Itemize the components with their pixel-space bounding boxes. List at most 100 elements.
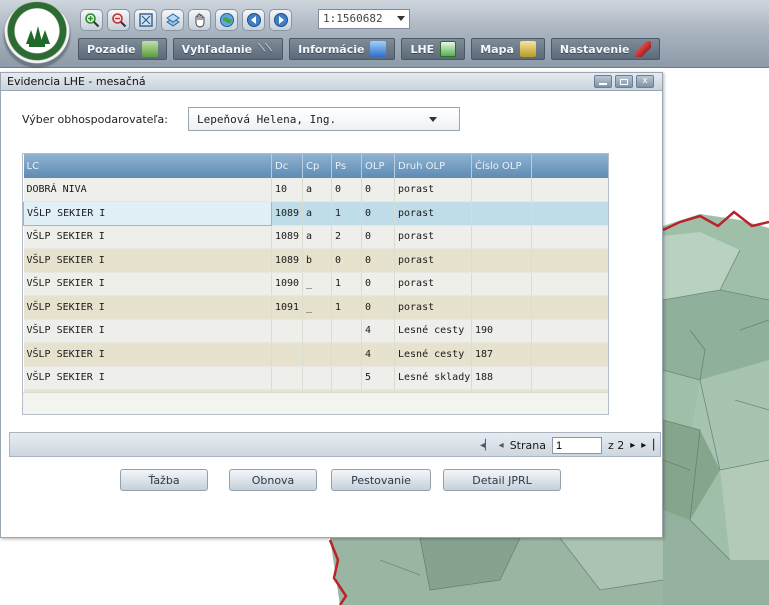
cell-cp: _ — [302, 295, 332, 320]
cell-dc: 1089 — [271, 225, 303, 249]
zoom-out-icon[interactable] — [107, 9, 130, 31]
table-row[interactable]: VŠLP SEKIER I 1089 a 2 0 porast — [23, 225, 608, 249]
col-header-olp[interactable]: OLP — [361, 154, 395, 178]
menu-informacie[interactable]: Informácie — [289, 38, 396, 60]
menu-mapa[interactable]: Mapa — [471, 38, 545, 60]
cell-dc: 1090 — [271, 272, 303, 296]
cell-cp — [302, 342, 332, 367]
cell-druh-olp: Lesné sklady — [394, 366, 472, 390]
col-header-cislo-olp[interactable]: Číslo OLP — [471, 154, 532, 178]
forward-icon[interactable] — [269, 9, 292, 31]
table-row[interactable]: VŠLP SEKIER I 5 Lesné sklady 188 — [23, 366, 608, 390]
menu-lhe[interactable]: LHE — [401, 38, 466, 60]
cell-ps: 2 — [331, 225, 362, 249]
table-row[interactable]: VŠLP SEKIER I 1089 b 0 0 porast — [23, 248, 608, 273]
cell-filler — [531, 178, 608, 202]
map-tool-row — [80, 9, 292, 31]
menu-vyhladanie[interactable]: Vyhľadanie ⟍⟍ — [172, 38, 284, 60]
cell-lc: VŠLP SEKIER I — [23, 272, 272, 296]
lhe-icon — [440, 41, 457, 57]
owner-label: Výber obhospodarovateľa: — [22, 112, 169, 126]
table-row[interactable]: DOBRÁ NIVA 10 a 0 0 porast — [23, 178, 608, 202]
menu-pozadie[interactable]: Pozadie — [78, 38, 167, 60]
last-page-icon[interactable]: ▸▕ — [641, 440, 654, 451]
cell-olp: 4 — [361, 342, 395, 367]
cell-ps: 0 — [331, 178, 362, 202]
menu-vyhladanie-label: Vyhľadanie — [181, 42, 253, 56]
owner-selector-row: Výber obhospodarovateľa: Lepeňová Helena… — [22, 107, 460, 131]
cell-lc: VŠLP SEKIER I — [23, 319, 272, 343]
table-row[interactable]: VŠLP SEKIER I 1091 _ 1 0 porast — [23, 295, 608, 320]
cell-ps — [331, 319, 362, 343]
cell-dc: 10 — [271, 178, 303, 202]
col-header-cp[interactable]: Cp — [302, 154, 332, 178]
next-page-icon[interactable]: ▸ — [630, 440, 635, 451]
close-icon[interactable]: x — [636, 75, 654, 88]
cell-cislo-olp — [471, 272, 532, 296]
layers-icon[interactable] — [161, 9, 184, 31]
pan-hand-icon[interactable] — [188, 9, 211, 31]
scale-select[interactable]: 1:1560682 — [318, 9, 410, 29]
cell-ps — [331, 366, 362, 390]
cell-lc: VŠLP SEKIER I — [23, 295, 272, 320]
menu-lhe-label: LHE — [410, 42, 435, 56]
cell-filler — [531, 342, 608, 367]
pestovanie-button[interactable]: Pestovanie — [331, 469, 431, 491]
lhe-data-grid: LC Dc Cp Ps OLP Druh OLP Číslo OLP DOBRÁ… — [22, 153, 609, 415]
cell-ps: 1 — [331, 295, 362, 320]
table-row[interactable]: VŠLP SEKIER I 1090 _ 1 0 porast — [23, 272, 608, 296]
col-header-filler — [531, 154, 608, 178]
cell-cislo-olp: 187 — [471, 342, 532, 367]
cell-cp: a — [302, 225, 332, 249]
cell-ps: 1 — [331, 272, 362, 296]
cell-dc — [271, 319, 303, 343]
table-body: DOBRÁ NIVA 10 a 0 0 porast VŠLP SEKIER I 1089 a 1… — [23, 178, 608, 414]
cell-olp: 0 — [361, 248, 395, 273]
info-icon — [370, 41, 387, 57]
cell-lc: VŠLP SEKIER I — [23, 248, 272, 273]
table-row[interactable]: VŠLP SEKIER I 4 Lesné cesty 190 — [23, 319, 608, 343]
prev-page-icon[interactable]: ◂ — [499, 440, 504, 451]
cell-cp: b — [302, 248, 332, 273]
cell-lc: VŠLP SEKIER I — [23, 225, 272, 249]
col-header-lc[interactable]: LC — [23, 154, 272, 178]
cell-filler — [531, 295, 608, 320]
cell-druh-olp: porast — [394, 178, 472, 202]
maximize-icon[interactable] — [615, 75, 633, 88]
zoom-extent-icon[interactable] — [134, 9, 157, 31]
detail-jprl-button[interactable]: Detail JPRL — [443, 469, 561, 491]
chevron-down-icon — [397, 16, 405, 21]
table-row[interactable]: VŠLP SEKIER I 4 Lesné cesty 187 — [23, 342, 608, 367]
page-number-input[interactable] — [551, 437, 602, 454]
lhe-monthly-window: Evidencia LHE - mesačná x Výber obhospod… — [0, 72, 663, 538]
chevron-down-icon — [429, 117, 437, 122]
background-icon — [141, 41, 158, 57]
col-header-druh-olp[interactable]: Druh OLP — [394, 154, 472, 178]
cell-cislo-olp — [471, 248, 532, 273]
cell-lc: VŠLP SEKIER I — [23, 366, 272, 390]
table-row[interactable]: VŠLP SEKIER I 1089 a 1 0 porast — [23, 201, 608, 226]
tazba-button[interactable]: Ťažba — [120, 469, 208, 491]
cell-druh-olp: porast — [394, 201, 472, 226]
map-icon — [519, 41, 536, 57]
cell-filler — [531, 366, 608, 390]
col-header-dc[interactable]: Dc — [271, 154, 303, 178]
cell-lc: VŠLP SEKIER I — [23, 201, 272, 226]
obnova-button[interactable]: Obnova — [229, 469, 317, 491]
forestry-logo — [4, 2, 70, 66]
minimize-icon[interactable] — [594, 75, 612, 88]
page-label: Strana — [509, 439, 546, 452]
globe-icon[interactable] — [215, 9, 238, 31]
col-header-ps[interactable]: Ps — [331, 154, 362, 178]
cell-filler — [531, 201, 608, 226]
zoom-in-icon[interactable] — [80, 9, 103, 31]
search-icon: ⟍⟍ — [258, 43, 273, 54]
first-page-icon[interactable]: ◂▏ — [480, 440, 493, 451]
back-icon[interactable] — [242, 9, 265, 31]
cell-dc: 1091 — [271, 295, 303, 320]
cell-olp: 0 — [361, 272, 395, 296]
owner-select[interactable]: Lepeňová Helena, Ing. — [188, 107, 460, 131]
cell-cp: a — [302, 178, 332, 202]
window-title-bar[interactable]: Evidencia LHE - mesačná x — [1, 73, 662, 91]
menu-nastavenie[interactable]: Nastavenie — [550, 38, 661, 60]
